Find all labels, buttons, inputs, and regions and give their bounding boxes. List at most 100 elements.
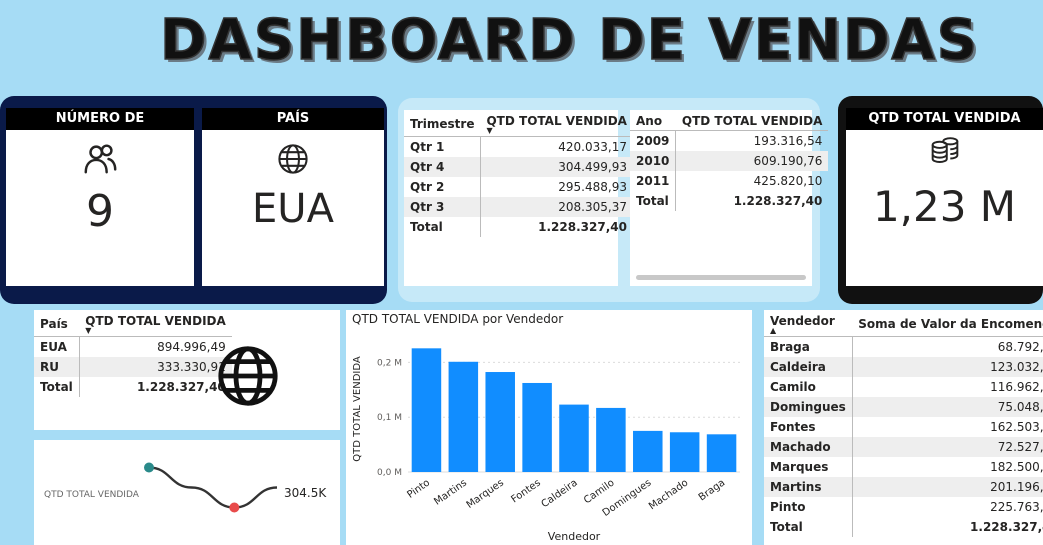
cell: 2010 bbox=[630, 150, 677, 171]
table-row[interactable]: Marques 182.500,09 bbox=[764, 456, 1043, 477]
cell: 1.228.327,40 bbox=[538, 219, 627, 234]
kpi-qty-card[interactable]: QTD TOTAL VENDIDA 1,23 M bbox=[846, 108, 1043, 286]
bar-camilo[interactable] bbox=[596, 407, 626, 472]
table-row[interactable]: Pinto 225.763,68 bbox=[764, 496, 1043, 517]
seller-header-seller[interactable]: Vendedor ▲ bbox=[764, 310, 853, 337]
cell: Fontes bbox=[764, 416, 853, 437]
table-row[interactable]: EUA 894.996,49 bbox=[34, 336, 232, 357]
bar-fontes[interactable] bbox=[522, 382, 552, 472]
seller-header-value[interactable]: Soma de Valor da Encomenda bbox=[852, 310, 1043, 337]
kpi-sellers-label: NÚMERO DE VENDEDORES bbox=[6, 108, 194, 148]
bar-braga[interactable] bbox=[706, 434, 737, 472]
x-tick-label: Fontes bbox=[509, 477, 542, 505]
kpi-qty-value: 1,23 M bbox=[872, 182, 1017, 231]
cell: Braga bbox=[764, 336, 853, 357]
sparkline-label: QTD TOTAL VENDIDA bbox=[44, 490, 139, 500]
table-row[interactable]: RU 333.330,91 bbox=[34, 356, 232, 377]
table-row[interactable]: Qtr 1 420.033,17 bbox=[404, 136, 633, 157]
sort-asc-icon[interactable]: ▲ bbox=[770, 327, 846, 335]
table-row[interactable]: 2009 193.316,54 bbox=[630, 130, 828, 151]
table-total-row: Total 1.228.327,40 bbox=[630, 190, 828, 211]
table-row[interactable]: Camilo 116.962,99 bbox=[764, 376, 1043, 397]
country-header-country[interactable]: País bbox=[34, 310, 80, 337]
year-table[interactable]: Ano QTD TOTAL VENDIDA 2009 193.316,54 201… bbox=[630, 110, 829, 286]
cell: Caldeira bbox=[764, 356, 853, 377]
cell: Total bbox=[34, 376, 80, 397]
table-total-row: Total 1.228.327,40 bbox=[34, 376, 232, 397]
bar-chart[interactable]: 0,0 M 0,1 M 0,2 M Pinto MartinsMarques Fontes… bbox=[346, 330, 752, 545]
cell: Qtr 3 bbox=[404, 196, 481, 217]
country-header-qty[interactable]: QTD TOTAL VENDIDA ▼ bbox=[79, 310, 232, 337]
cell: 208.305,37 bbox=[480, 196, 633, 217]
table-row[interactable]: Qtr 2 295.488,93 bbox=[404, 176, 633, 197]
year-header-year[interactable]: Ano bbox=[630, 110, 676, 131]
page-title: DASHBOARD DE VENDAS bbox=[159, 7, 980, 74]
table-row[interactable]: Qtr 3 208.305,37 bbox=[404, 196, 633, 217]
cell: 182.500,09 bbox=[990, 459, 1043, 474]
cell: 2009 bbox=[630, 130, 677, 151]
cell: 225.763,68 bbox=[990, 499, 1043, 514]
y-tick-label: 0,2 M bbox=[377, 358, 402, 368]
cell: Domingues bbox=[764, 396, 853, 417]
year-header-qty[interactable]: QTD TOTAL VENDIDA bbox=[675, 110, 829, 131]
kpi-country-card[interactable]: PAÍS EUA bbox=[202, 108, 384, 286]
kpi-sellers-value: 9 bbox=[86, 186, 114, 237]
kpi-country-label: PAÍS bbox=[202, 108, 384, 130]
cell: 116.962,99 bbox=[990, 379, 1043, 394]
country-table-card[interactable]: País QTD TOTAL VENDIDA ▼ EUA 894.996,49 RU… bbox=[34, 310, 340, 430]
table-row[interactable]: Caldeira123.032,67 bbox=[764, 356, 1043, 377]
bar-martins[interactable] bbox=[448, 361, 479, 472]
cell: Qtr 2 bbox=[404, 176, 481, 197]
cell: 68.792,25 bbox=[997, 339, 1043, 354]
cell: 420.033,17 bbox=[558, 139, 627, 154]
x-tick-label: Braga bbox=[697, 477, 728, 503]
cell: Martins bbox=[764, 476, 853, 497]
sparkline-card[interactable]: QTD TOTAL VENDIDA 304.5K bbox=[34, 440, 340, 545]
horizontal-scrollbar[interactable] bbox=[636, 275, 806, 280]
country-header-qty-label: QTD TOTAL VENDIDA bbox=[85, 314, 226, 328]
kpi-qty-label: QTD TOTAL VENDIDA bbox=[846, 108, 1043, 130]
users-icon bbox=[6, 140, 194, 182]
table-row[interactable]: Domingues75.048,04 bbox=[764, 396, 1043, 417]
sort-desc-icon[interactable]: ▼ bbox=[486, 127, 626, 135]
sparkline-start-marker bbox=[144, 462, 154, 473]
quarter-table[interactable]: Trimestre QTD TOTAL VENDIDA ▼ Qtr 1 420.03… bbox=[404, 110, 633, 286]
cell: 333.330,91 bbox=[79, 356, 232, 377]
bar-caldeira[interactable] bbox=[559, 404, 589, 472]
seller-header-seller-label: Vendedor bbox=[770, 314, 835, 328]
table-row[interactable]: 2010 609.190,76 bbox=[630, 150, 829, 171]
sparkline-line bbox=[148, 466, 278, 509]
cell: 1.228.327,40 bbox=[733, 193, 823, 208]
cell: 304.499,93 bbox=[480, 156, 633, 177]
y-tick-label: 0,1 M bbox=[377, 413, 402, 423]
cell: 193.316,54 bbox=[753, 133, 823, 148]
cell: Pinto bbox=[764, 496, 853, 517]
cell: 123.032,67 bbox=[852, 356, 1043, 377]
bar-pinto[interactable] bbox=[411, 348, 442, 472]
table-row[interactable]: Martins201.196,27 bbox=[764, 476, 1043, 497]
bar-marques[interactable] bbox=[485, 372, 515, 472]
cell: 2011 bbox=[630, 170, 677, 191]
sparkline-chart[interactable] bbox=[144, 452, 282, 518]
seller-table[interactable]: Vendedor ▲ Soma de Valor da Encomenda Bra… bbox=[764, 310, 1043, 545]
table-row[interactable]: Braga 68.792,25 bbox=[764, 336, 1043, 357]
table-row[interactable]: 2011 425.820,10 bbox=[630, 170, 828, 191]
table-row[interactable]: Fontes 162.503,78 bbox=[764, 416, 1043, 437]
sparkline-min-marker bbox=[229, 502, 240, 513]
table-row[interactable]: Machado72.527,63 bbox=[764, 436, 1043, 457]
cell: 295.488,93 bbox=[558, 179, 627, 194]
kpi-sellers-card[interactable]: NÚMERO DE VENDEDORES 9 bbox=[6, 108, 194, 286]
bar-machado[interactable] bbox=[669, 432, 700, 472]
x-tick-label: Marques bbox=[465, 477, 506, 511]
bar-domingues[interactable] bbox=[633, 430, 663, 472]
table-row[interactable]: Qtr 4 304.499,93 bbox=[404, 156, 633, 177]
cell: 1.228.327,40 bbox=[136, 379, 226, 394]
quarter-header-quarter[interactable]: Trimestre bbox=[404, 110, 481, 137]
cell: 609.190,76 bbox=[675, 150, 829, 171]
cell: 201.196,27 bbox=[852, 476, 1043, 497]
bar-chart-card[interactable]: QTD TOTAL VENDIDA por Vendedor 0,0 M 0,1 … bbox=[346, 310, 752, 545]
quarter-header-qty[interactable]: QTD TOTAL VENDIDA ▼ bbox=[480, 110, 633, 137]
sort-desc-icon[interactable]: ▼ bbox=[85, 327, 225, 335]
kpi-country-value: EUA bbox=[252, 186, 334, 232]
cell: 425.820,10 bbox=[753, 173, 823, 188]
